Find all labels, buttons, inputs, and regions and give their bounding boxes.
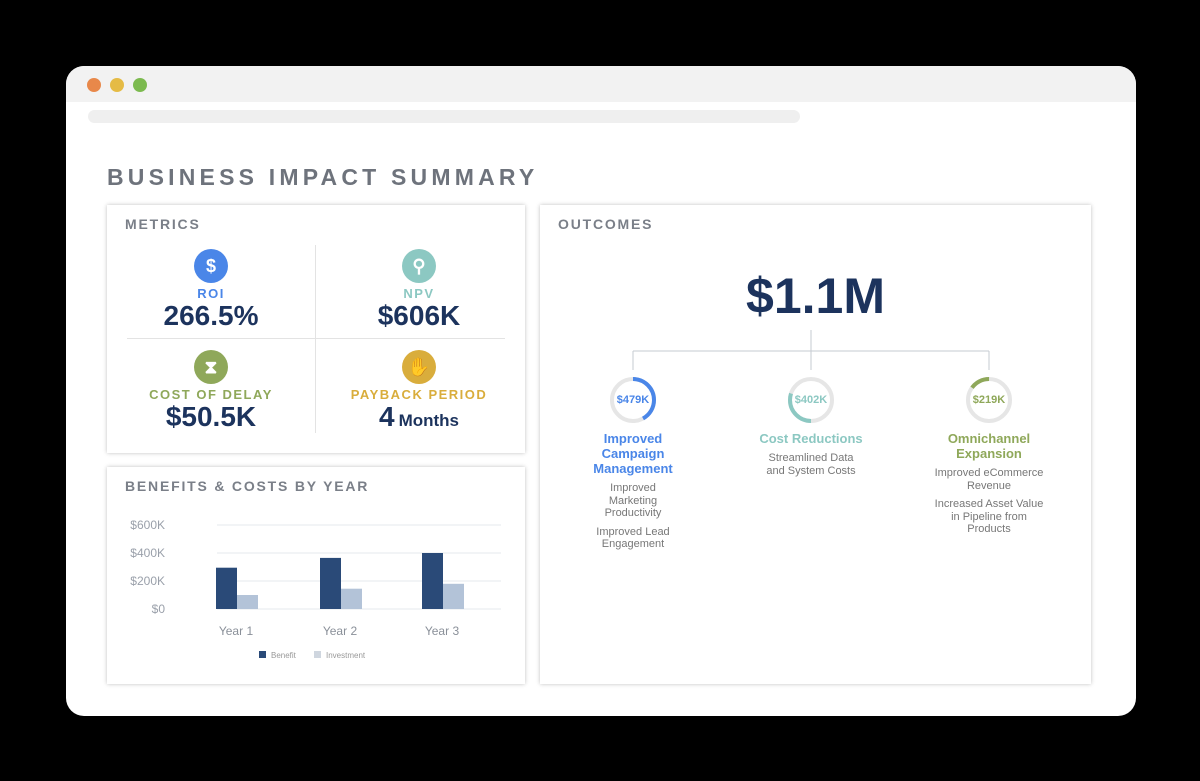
outcome-1: $402K Cost Reductions Streamlined Data a… bbox=[726, 375, 896, 477]
outcomes-title: OUTCOMES bbox=[558, 216, 654, 232]
legend-swatch bbox=[314, 651, 321, 658]
progress-ring: $402K bbox=[786, 375, 836, 425]
tree-connector bbox=[632, 330, 990, 370]
bar-benefit bbox=[216, 567, 237, 609]
bar-benefit bbox=[422, 553, 443, 609]
progress-ring: $219K bbox=[964, 375, 1014, 425]
y-tick-label: $400K bbox=[130, 546, 165, 560]
metric-0: $ ROI 266.5% bbox=[107, 249, 315, 331]
location-pin-icon: ⚲ bbox=[402, 249, 436, 283]
metric-3: ✋ PAYBACK PERIOD 4 Months bbox=[315, 350, 523, 436]
x-tick-label: Year 1 bbox=[219, 624, 254, 638]
outcome-detail: Improved Lead Engagement bbox=[596, 525, 670, 551]
title-bar bbox=[66, 66, 1136, 102]
metric-label: ROI bbox=[197, 286, 225, 301]
bar-chart: $0 $200K $400K $600K Year 1 Year 2 Year 3 Benef… bbox=[130, 518, 501, 660]
legend-label: Benefit bbox=[271, 651, 297, 660]
browser-window: BUSINESS IMPACT SUMMARY METRICS $ ROI 26… bbox=[66, 66, 1136, 716]
x-tick-label: Year 3 bbox=[425, 624, 460, 638]
outcome-name: Cost Reductions bbox=[759, 431, 863, 446]
page-title: BUSINESS IMPACT SUMMARY bbox=[107, 164, 539, 190]
outcome-name: Improved Campaign Management bbox=[593, 431, 673, 476]
divider bbox=[127, 338, 505, 339]
metric-label: COST OF DELAY bbox=[149, 387, 273, 402]
outcomes-total: $1.1M bbox=[746, 268, 885, 324]
outcome-value: $219K bbox=[972, 394, 1006, 406]
outcome-detail: Improved Marketing Productivity bbox=[604, 482, 662, 519]
outcome-detail: Increased Asset Value in Pipeline from P… bbox=[934, 498, 1044, 535]
chart-card: BENEFITS & COSTS BY YEAR $0 $200K $400K $60… bbox=[107, 467, 525, 684]
dollar-icon: $ bbox=[194, 249, 228, 283]
bar-investment bbox=[341, 588, 362, 609]
outcome-0: $479K Improved Campaign Management Impro… bbox=[548, 375, 718, 551]
y-tick-label: $600K bbox=[130, 518, 165, 532]
close-dot[interactable] bbox=[87, 78, 101, 92]
metrics-card: METRICS $ ROI 266.5% ⚲ NPV $606K ⧗ COST … bbox=[107, 205, 525, 453]
progress-ring: $479K bbox=[608, 375, 658, 425]
metric-value: 266.5% bbox=[163, 300, 259, 331]
legend-label: Investment bbox=[326, 651, 366, 660]
outcome-2: $219K Omnichannel Expansion Improved eCo… bbox=[904, 375, 1074, 536]
outcome-value: $402K bbox=[794, 394, 828, 406]
bar-investment bbox=[443, 583, 464, 609]
y-tick-label: $200K bbox=[130, 574, 165, 588]
bar-investment bbox=[237, 595, 258, 609]
metric-1: ⚲ NPV $606K bbox=[315, 249, 523, 331]
metrics-title: METRICS bbox=[125, 216, 201, 232]
outcomes-card: OUTCOMES $1.1M $479K Improved Campaign M… bbox=[540, 205, 1091, 684]
hand-coin-icon: ✋ bbox=[402, 350, 436, 384]
metric-value: 4 Months bbox=[378, 401, 459, 432]
metric-value: $50.5K bbox=[165, 401, 257, 432]
y-tick-label: $0 bbox=[152, 602, 166, 616]
metric-label: NPV bbox=[403, 286, 435, 301]
x-tick-label: Year 2 bbox=[323, 624, 358, 638]
metric-label: PAYBACK PERIOD bbox=[350, 387, 488, 402]
outcome-name: Omnichannel Expansion bbox=[947, 431, 1031, 461]
metric-value: $606K bbox=[377, 300, 461, 331]
minimize-dot[interactable] bbox=[110, 78, 124, 92]
legend-swatch bbox=[259, 651, 266, 658]
metric-2: ⧗ COST OF DELAY $50.5K bbox=[107, 350, 315, 432]
maximize-dot[interactable] bbox=[133, 78, 147, 92]
outcome-detail: Improved eCommerce Revenue bbox=[934, 467, 1044, 492]
hourglass-icon: ⧗ bbox=[194, 350, 228, 384]
metric-unit: Months bbox=[398, 411, 459, 430]
address-bar[interactable] bbox=[88, 110, 800, 123]
outcome-value: $479K bbox=[616, 394, 650, 406]
bar-benefit bbox=[320, 557, 341, 609]
outcome-detail: Streamlined Data and System Costs bbox=[766, 452, 856, 477]
